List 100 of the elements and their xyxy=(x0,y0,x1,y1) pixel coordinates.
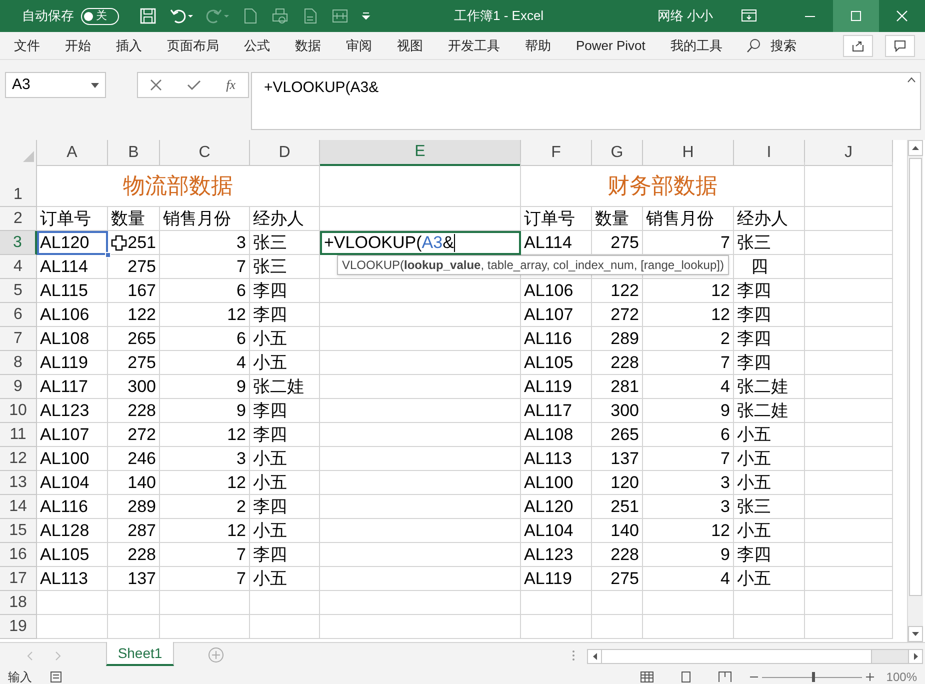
right-arrow-icon[interactable] xyxy=(914,653,918,660)
ribbon-tab[interactable]: 视图 xyxy=(397,36,423,56)
comment-icon[interactable] xyxy=(894,40,906,52)
zoom-level[interactable]: 100% xyxy=(886,668,917,684)
scroll-down-button[interactable] xyxy=(908,626,923,642)
insert-function-button[interactable]: fx xyxy=(226,75,236,95)
table-cell: AL105 xyxy=(521,351,592,375)
cancel-icon[interactable] xyxy=(150,79,162,91)
column-header[interactable]: E xyxy=(320,140,521,166)
row-header[interactable]: 19 xyxy=(0,615,37,639)
column-header[interactable]: G xyxy=(592,140,643,166)
page-break-icon[interactable] xyxy=(718,671,732,683)
macro-record-icon[interactable] xyxy=(50,671,62,683)
up-arrow-icon[interactable] xyxy=(912,146,919,150)
row-header[interactable]: 18 xyxy=(0,591,37,615)
row-header[interactable]: 5 xyxy=(0,279,37,303)
row-header[interactable]: 10 xyxy=(0,399,37,423)
collapse-icon[interactable] xyxy=(907,77,916,83)
column-header[interactable]: I xyxy=(734,140,805,166)
ribbon-tab[interactable]: 插入 xyxy=(116,36,142,56)
splitter-icon[interactable] xyxy=(572,650,575,661)
sheet-tab[interactable]: Sheet1 xyxy=(106,642,174,666)
selection-handle[interactable] xyxy=(105,252,111,258)
autosave-toggle[interactable]: 关 xyxy=(81,8,119,24)
formula-field[interactable]: +VLOOKUP(A3& xyxy=(251,72,921,130)
ribbon-tab[interactable]: 文件 xyxy=(14,36,40,56)
comment-button[interactable] xyxy=(885,34,915,56)
scroll-right-button[interactable] xyxy=(908,650,922,663)
share-icon[interactable] xyxy=(852,40,864,52)
ribbon-tab[interactable]: Power Pivot xyxy=(576,36,646,56)
table-cell: 小五 xyxy=(734,567,805,591)
row-header[interactable]: 14 xyxy=(0,495,37,519)
row-header[interactable]: 2 xyxy=(0,207,37,231)
row-header[interactable]: 3 xyxy=(0,231,37,255)
column-header[interactable]: H xyxy=(643,140,734,166)
ribbon-tab[interactable]: 帮助 xyxy=(525,36,551,56)
row-header[interactable]: 13 xyxy=(0,471,37,495)
row-header[interactable]: 11 xyxy=(0,423,37,447)
column-header[interactable]: C xyxy=(160,140,250,166)
column-header[interactable]: J xyxy=(805,140,893,166)
undo-icon[interactable] xyxy=(169,7,193,25)
zoom-slider[interactable] xyxy=(762,672,862,682)
search-button[interactable]: 搜索 xyxy=(770,36,796,56)
table-cell: 4 xyxy=(643,567,734,591)
row-header[interactable]: 15 xyxy=(0,519,37,543)
search-icon[interactable] xyxy=(746,38,762,54)
table-cell: 李四 xyxy=(734,543,805,567)
row-header[interactable]: 4 xyxy=(0,255,37,279)
table-cell: 7 xyxy=(160,567,250,591)
down-arrow-icon[interactable] xyxy=(912,632,919,636)
column-header[interactable]: A xyxy=(37,140,108,166)
table-cell: 小五 xyxy=(734,519,805,543)
column-header[interactable]: F xyxy=(521,140,592,166)
table-cell: 120 xyxy=(592,471,643,495)
ribbon-tab[interactable]: 开发工具 xyxy=(448,36,500,56)
ribbon-tab[interactable]: 开始 xyxy=(65,36,91,56)
ribbon-tab[interactable]: 页面布局 xyxy=(167,36,219,56)
page-layout-icon[interactable] xyxy=(680,671,692,683)
column-header[interactable]: B xyxy=(108,140,160,166)
row-header[interactable]: 7 xyxy=(0,327,37,351)
save-icon[interactable] xyxy=(139,7,157,25)
ribbon-tab[interactable]: 公式 xyxy=(244,36,270,56)
scroll-thumb[interactable] xyxy=(909,158,922,596)
table-cell: AL113 xyxy=(521,447,592,471)
name-box[interactable]: A3 xyxy=(5,72,106,98)
dropdown-caret-icon[interactable] xyxy=(91,82,99,88)
horizontal-scroll-thumb[interactable] xyxy=(602,650,872,663)
table-cell: 4 xyxy=(160,351,250,375)
table-cell: 李四 xyxy=(250,423,320,447)
row-header[interactable]: 16 xyxy=(0,543,37,567)
row-header[interactable]: 17 xyxy=(0,567,37,591)
table-cell: 经办人 xyxy=(250,207,320,231)
row-header[interactable]: 9 xyxy=(0,375,37,399)
share-button[interactable] xyxy=(843,34,873,56)
scroll-up-button[interactable] xyxy=(908,140,923,156)
table-cell: 3 xyxy=(643,495,734,519)
table-cell: 228 xyxy=(592,543,643,567)
row-header[interactable]: 12 xyxy=(0,447,37,471)
column-header[interactable]: D xyxy=(250,140,320,166)
row-header[interactable]: 8 xyxy=(0,351,37,375)
row-header[interactable]: 6 xyxy=(0,303,37,327)
customize-dropdown-icon[interactable] xyxy=(361,11,371,21)
maximize-button[interactable] xyxy=(833,0,879,32)
confirm-icon[interactable] xyxy=(187,79,202,91)
row-header[interactable]: 1 xyxy=(0,162,37,207)
layout-icon[interactable] xyxy=(331,7,349,25)
zoom-thumb[interactable] xyxy=(812,672,816,682)
table-cell: 张二娃 xyxy=(734,375,805,399)
ribbon-display-icon[interactable] xyxy=(741,8,757,24)
scroll-left-button[interactable] xyxy=(588,650,602,663)
printer-icon[interactable] xyxy=(271,7,289,25)
table-cell: 李四 xyxy=(734,279,805,303)
ribbon-tab[interactable]: 我的工具 xyxy=(670,36,722,56)
ribbon-tab[interactable]: 数据 xyxy=(295,36,321,56)
left-arrow-icon[interactable] xyxy=(592,653,596,660)
ribbon-tab[interactable]: 审阅 xyxy=(346,36,372,56)
cell-editor[interactable]: +VLOOKUP(A3& xyxy=(320,231,521,255)
normal-view-icon[interactable] xyxy=(640,671,654,683)
zoom-in-icon[interactable] xyxy=(866,673,874,681)
close-icon[interactable] xyxy=(896,10,908,22)
